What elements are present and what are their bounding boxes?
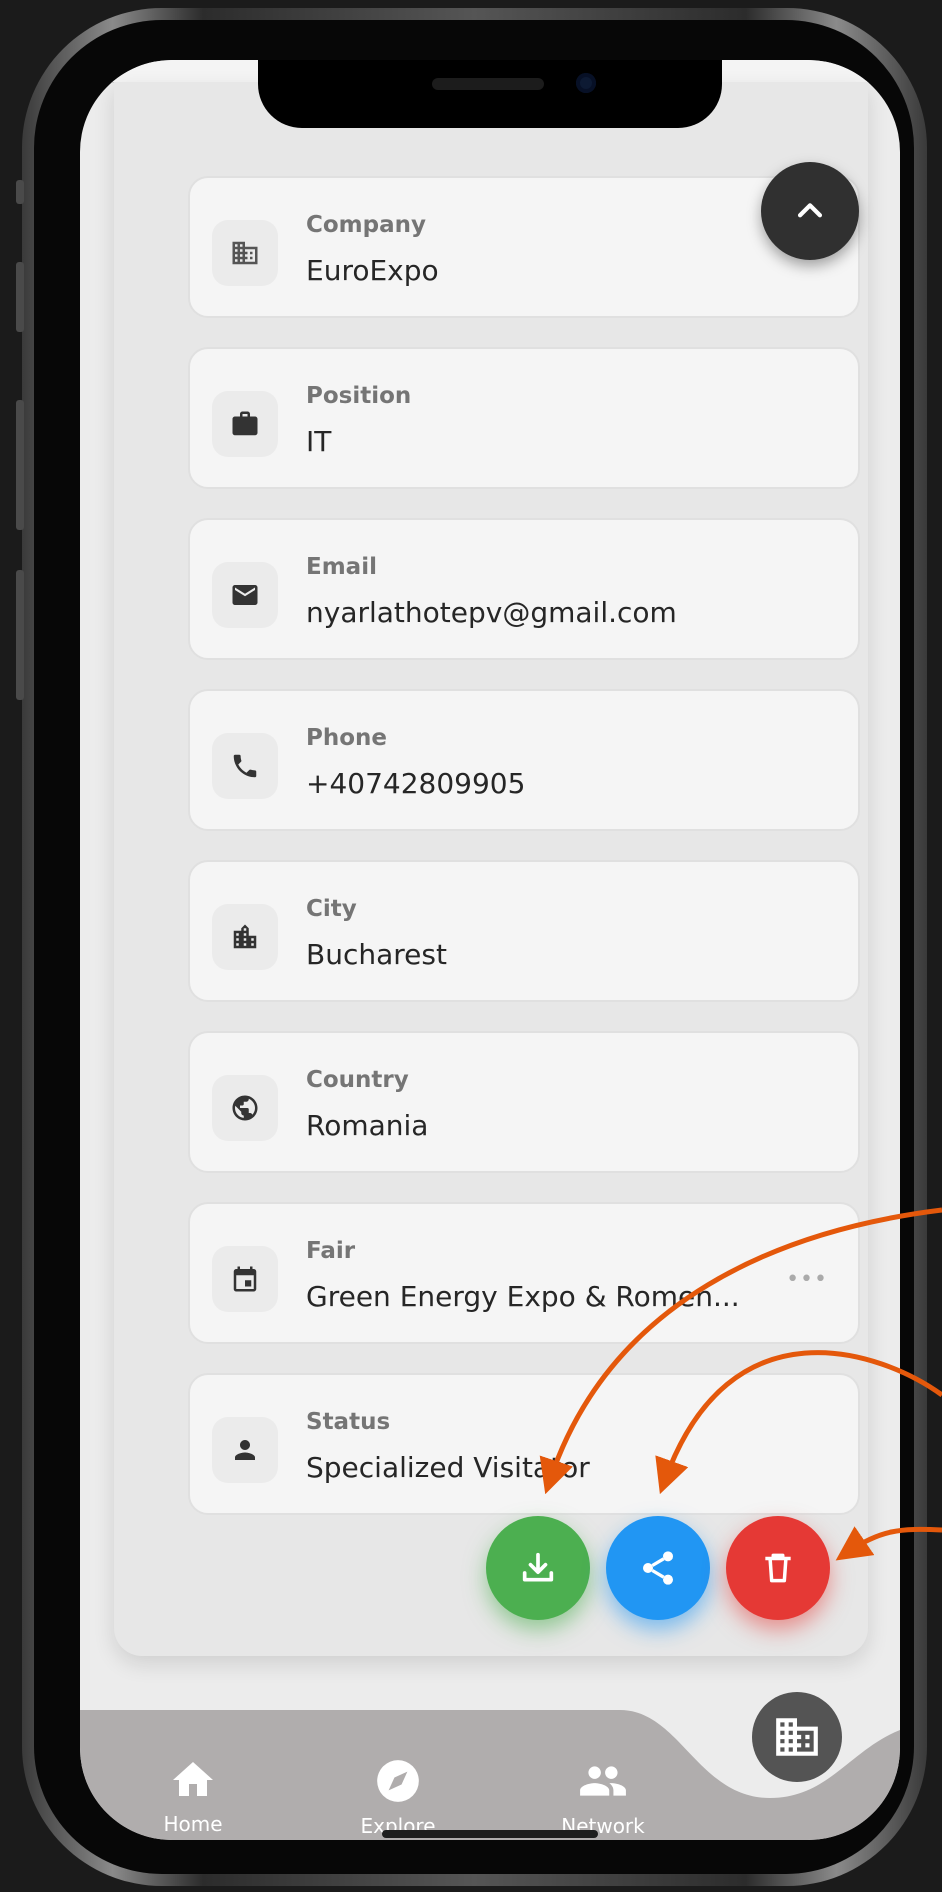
country-field: Country Romania bbox=[188, 1031, 860, 1173]
more-options-icon[interactable]: ••• bbox=[786, 1267, 828, 1292]
chevron-up-icon bbox=[797, 203, 823, 218]
status-field: Status Specialized Visitator bbox=[188, 1373, 860, 1515]
share-button[interactable] bbox=[606, 1516, 710, 1620]
position-field: Position IT bbox=[188, 347, 860, 489]
field-label: Email bbox=[306, 554, 377, 580]
phone-side-button bbox=[16, 570, 24, 700]
field-value: Specialized Visitator bbox=[306, 1451, 590, 1484]
home-icon bbox=[173, 1762, 213, 1796]
phone-notch bbox=[258, 60, 722, 128]
envelope-icon bbox=[212, 562, 278, 628]
download-button[interactable] bbox=[486, 1516, 590, 1620]
nav-center-button[interactable] bbox=[752, 1692, 842, 1782]
email-field: Email nyarlathotepv@gmail.com bbox=[188, 518, 860, 660]
field-value: Romania bbox=[306, 1109, 429, 1142]
field-value: IT bbox=[306, 425, 332, 458]
phone-screen: Company EuroExpo Position IT Email nyarl… bbox=[80, 60, 900, 1840]
briefcase-icon bbox=[212, 391, 278, 457]
person-icon bbox=[212, 1417, 278, 1483]
compass-icon bbox=[377, 1760, 419, 1802]
city-icon bbox=[212, 904, 278, 970]
fair-field[interactable]: Fair Green Energy Expo & Romen... ••• bbox=[188, 1202, 860, 1344]
company-field: Company EuroExpo bbox=[188, 176, 860, 318]
field-value: +40742809905 bbox=[306, 767, 526, 800]
front-camera bbox=[576, 73, 596, 93]
field-label: Country bbox=[306, 1067, 409, 1093]
delete-button[interactable] bbox=[726, 1516, 830, 1620]
field-value: Bucharest bbox=[306, 938, 447, 971]
nav-label: Home bbox=[163, 1812, 223, 1836]
trash-icon bbox=[765, 1553, 791, 1583]
field-label: Phone bbox=[306, 725, 388, 751]
globe-icon bbox=[212, 1075, 278, 1141]
field-label: Status bbox=[306, 1409, 391, 1435]
field-value: EuroExpo bbox=[306, 254, 439, 287]
building-icon bbox=[212, 220, 278, 286]
nav-item-explore[interactable]: Explore bbox=[328, 1756, 468, 1838]
field-label: City bbox=[306, 896, 357, 922]
field-value: Green Energy Expo & Romen... bbox=[306, 1280, 740, 1313]
phone-icon bbox=[212, 733, 278, 799]
nav-item-network[interactable]: Network bbox=[533, 1756, 673, 1838]
people-icon bbox=[580, 1766, 626, 1796]
phone-mute-switch bbox=[16, 180, 24, 204]
city-field: City Bucharest bbox=[188, 860, 860, 1002]
scroll-to-top-button[interactable] bbox=[761, 162, 859, 260]
nav-item-home[interactable]: Home bbox=[123, 1756, 263, 1836]
building-icon bbox=[776, 1718, 818, 1756]
phone-volume-up bbox=[16, 262, 24, 332]
speaker-grille bbox=[432, 78, 544, 90]
phone-field: Phone +40742809905 bbox=[188, 689, 860, 831]
calendar-icon bbox=[212, 1246, 278, 1312]
field-label: Fair bbox=[306, 1238, 356, 1264]
download-icon bbox=[522, 1552, 554, 1582]
field-label: Position bbox=[306, 383, 412, 409]
field-label: Company bbox=[306, 212, 426, 238]
share-icon bbox=[643, 1551, 673, 1585]
field-value: nyarlathotepv@gmail.com bbox=[306, 596, 677, 629]
contact-details-sheet[interactable]: Company EuroExpo Position IT Email nyarl… bbox=[114, 82, 868, 1656]
home-indicator[interactable] bbox=[382, 1830, 598, 1838]
phone-volume-down bbox=[16, 400, 24, 530]
